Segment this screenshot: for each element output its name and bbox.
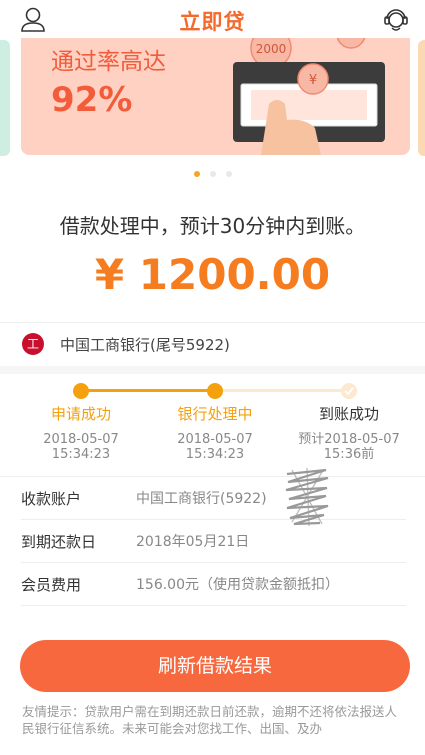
detail-label: 收款账户 xyxy=(21,489,82,508)
progress-line-done xyxy=(81,389,215,392)
detail-value: 2018年05月21日 xyxy=(136,534,250,550)
step-label: 申请成功 xyxy=(50,405,111,423)
coin-36-text: 36 xyxy=(345,38,358,41)
promo-banner[interactable]: 通过率高达 92% 2000 36 ¥ xyxy=(21,38,410,155)
bank-name: 中国工商银行(尾号5922) xyxy=(60,335,230,354)
banner-prev-peek xyxy=(0,40,10,156)
progress-tracker: 申请成功 2018-05-07 15:34:23 银行处理中 2018-05-07… xyxy=(0,381,425,471)
detail-row-account: 收款账户 中国工商银行(5922) xyxy=(21,476,406,520)
carousel-dot-1[interactable] xyxy=(193,171,200,177)
step-date: 2018-05-07 15:34:23 xyxy=(43,432,119,462)
section-gap xyxy=(0,366,425,374)
banner-next-peek xyxy=(418,40,425,156)
detail-value: 156.00元（使用贷款金额抵扣） xyxy=(136,577,339,593)
step-date: 预计2018-05-07 15:36前 xyxy=(298,432,400,462)
banner-headline: 通过率高达 xyxy=(51,49,166,75)
carousel-dot-2[interactable] xyxy=(209,171,216,177)
atm-illustration: 2000 36 ¥ xyxy=(233,38,385,155)
detail-label: 会员费用 xyxy=(21,575,82,594)
detail-value: 中国工商银行(5922) xyxy=(136,491,267,507)
step-dot-arrived xyxy=(341,383,357,399)
redaction-scribble xyxy=(285,467,329,527)
bank-info: 工 中国工商银行(尾号5922) xyxy=(22,333,230,355)
detail-row-member-fee: 会员费用 156.00元（使用贷款金额抵扣） xyxy=(21,562,406,606)
customer-service-icon[interactable] xyxy=(381,4,411,34)
divider xyxy=(0,322,425,323)
step-label: 到账成功 xyxy=(318,405,379,423)
banner-rate: 92% xyxy=(51,80,133,120)
coin-yuan-text: ¥ xyxy=(309,73,317,88)
carousel-dot-3[interactable] xyxy=(225,171,232,177)
loan-amount: ¥ 1200.00 xyxy=(94,250,331,299)
icbc-logo-icon: 工 xyxy=(22,333,44,355)
check-icon xyxy=(344,387,354,396)
refresh-loan-result-button[interactable]: 刷新借款结果 xyxy=(20,640,410,692)
coin-2000-text: 2000 xyxy=(256,42,287,56)
progress-line-pending xyxy=(215,389,349,392)
step-processing: 银行处理中 2018-05-07 15:34:23 xyxy=(145,403,285,462)
banner-carousel[interactable]: 通过率高达 92% 2000 36 ¥ xyxy=(0,38,425,183)
step-arrived: 到账成功 预计2018-05-07 15:36前 xyxy=(279,403,419,462)
header: 立即贷 xyxy=(0,0,425,38)
step-dot-processing xyxy=(207,383,223,399)
friendly-tip: 友情提示：贷款用户需在到期还款日前还款，逾期不还将依法报送人民银行征信系统。未来… xyxy=(22,704,398,736)
detail-label: 到期还款日 xyxy=(21,532,97,551)
step-label: 银行处理中 xyxy=(177,405,253,423)
carousel-indicator xyxy=(0,162,425,181)
step-dot-applied xyxy=(73,383,89,399)
step-applied: 申请成功 2018-05-07 15:34:23 xyxy=(11,403,151,462)
divider xyxy=(21,605,406,606)
detail-row-due-date: 到期还款日 2018年05月21日 xyxy=(21,519,406,563)
app-logo: 立即贷 xyxy=(179,10,246,34)
step-date: 2018-05-07 15:34:23 xyxy=(177,432,253,462)
loan-status-message: 借款处理中，预计30分钟内到账。 xyxy=(59,214,366,238)
